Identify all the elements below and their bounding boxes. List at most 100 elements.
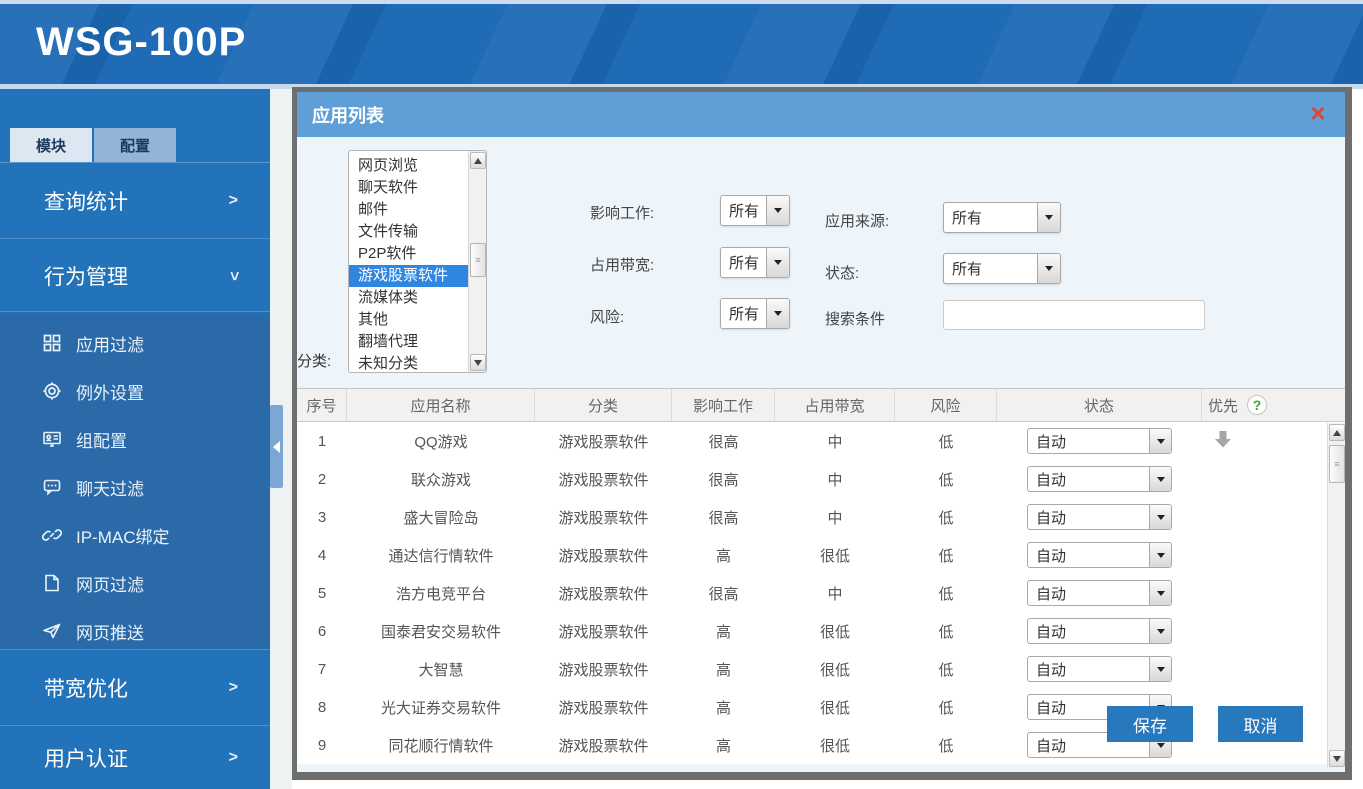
- table-scrollbar[interactable]: ≡: [1327, 423, 1345, 768]
- priority-down-icon[interactable]: [1212, 428, 1234, 454]
- risk-filter-label: 风险:: [590, 306, 624, 327]
- dropdown-arrow-icon: [1149, 581, 1171, 605]
- id-card-icon: [40, 427, 64, 451]
- bandwidth-filter-dropdown[interactable]: 所有: [720, 247, 790, 278]
- col-header-bandwidth: 占用带宽: [775, 389, 895, 421]
- list-item[interactable]: 流媒体类: [349, 287, 469, 309]
- scroll-up-icon[interactable]: [1329, 424, 1345, 441]
- list-item[interactable]: 文件传输: [349, 221, 469, 243]
- dropdown-arrow-icon: [1149, 505, 1171, 529]
- group-label: 带宽优化: [44, 673, 128, 703]
- paper-plane-icon: [40, 619, 64, 643]
- sidebar-tabs: 模块 配置: [10, 128, 178, 162]
- list-item-selected[interactable]: 游戏股票软件: [349, 265, 469, 287]
- col-header-priority: 优先 ?: [1202, 389, 1345, 421]
- status-dropdown[interactable]: 自动: [1027, 580, 1172, 606]
- list-item[interactable]: P2P软件: [349, 243, 469, 265]
- status-dropdown[interactable]: 自动: [1027, 466, 1172, 492]
- sidebar-submenu: 应用过滤 例外设置 组配置: [0, 313, 270, 650]
- impact-filter-dropdown[interactable]: 所有: [720, 195, 790, 226]
- dropdown-arrow-icon[interactable]: [766, 196, 789, 225]
- col-header-status: 状态: [997, 389, 1202, 421]
- list-item[interactable]: 其他: [349, 309, 469, 331]
- cancel-button[interactable]: 取消: [1218, 706, 1303, 742]
- sidebar-group-behavior-mgmt[interactable]: 行为管理 >: [0, 240, 270, 312]
- list-item[interactable]: 未知分类: [349, 353, 469, 373]
- listbox-scrollbar[interactable]: ≡: [468, 151, 486, 372]
- sidebar-group-bandwidth-opt[interactable]: 带宽优化 >: [0, 651, 270, 726]
- app-list-modal: 应用列表 × 网页浏览 聊天软件 邮件 文件传输 P2P软件 游戏股票软件 流媒…: [292, 87, 1352, 780]
- status-filter-dropdown[interactable]: 所有: [943, 253, 1061, 284]
- table-row: 2 联众游戏 游戏股票软件 很高 中 低 自动: [297, 460, 1345, 498]
- collapse-left-icon: [273, 441, 280, 453]
- help-icon[interactable]: ?: [1247, 395, 1267, 415]
- save-button[interactable]: 保存: [1107, 706, 1193, 742]
- page-icon: [40, 571, 64, 595]
- sidebar-group-user-auth[interactable]: 用户认证 >: [0, 727, 270, 789]
- tab-modules[interactable]: 模块: [10, 128, 92, 162]
- dropdown-arrow-icon[interactable]: [766, 299, 789, 328]
- close-icon[interactable]: ×: [1305, 100, 1331, 126]
- status-dropdown[interactable]: 自动: [1027, 504, 1172, 530]
- dropdown-arrow-icon[interactable]: [1037, 254, 1060, 283]
- col-header-category: 分类: [535, 389, 672, 421]
- chevron-right-icon: >: [229, 749, 238, 767]
- table-header: 序号 应用名称 分类 影响工作 占用带宽 风险 状态 优先 ?: [297, 388, 1345, 422]
- sidebar-item-label: 聊天过滤: [76, 475, 144, 500]
- table-row: 7 大智慧 游戏股票软件 高 很低 低 自动: [297, 650, 1345, 688]
- scroll-down-icon[interactable]: [1329, 750, 1345, 767]
- status-dropdown[interactable]: 自动: [1027, 542, 1172, 568]
- sidebar-group-query-stats[interactable]: 查询统计 >: [0, 163, 270, 239]
- table-row: 4 通达信行情软件 游戏股票软件 高 很低 低 自动: [297, 536, 1345, 574]
- category-listbox[interactable]: 网页浏览 聊天软件 邮件 文件传输 P2P软件 游戏股票软件 流媒体类 其他 翻…: [348, 150, 487, 373]
- sidebar-item-app-filter[interactable]: 应用过滤: [0, 319, 270, 367]
- bandwidth-filter-label: 占用带宽:: [590, 254, 654, 275]
- dropdown-arrow-icon[interactable]: [1037, 203, 1060, 232]
- sidebar-item-group-config[interactable]: 组配置: [0, 415, 270, 463]
- chevron-down-icon: >: [224, 271, 242, 280]
- status-dropdown[interactable]: 自动: [1027, 428, 1172, 454]
- sidebar-item-label: 例外设置: [76, 379, 144, 404]
- dropdown-arrow-icon: [1149, 467, 1171, 491]
- table-row: 1 QQ游戏 游戏股票软件 很高 中 低 自动: [297, 422, 1345, 460]
- list-item[interactable]: 邮件: [349, 199, 469, 221]
- col-header-impact: 影响工作: [672, 389, 775, 421]
- status-dropdown[interactable]: 自动: [1027, 656, 1172, 682]
- sidebar-collapse-handle[interactable]: [270, 405, 283, 488]
- sidebar-item-web-filter[interactable]: 网页过滤: [0, 559, 270, 607]
- sidebar-item-chat-filter[interactable]: 聊天过滤: [0, 463, 270, 511]
- group-label: 行为管理: [44, 261, 128, 291]
- scrollbar-thumb[interactable]: ≡: [1329, 445, 1345, 483]
- gear-icon: [40, 379, 64, 403]
- col-header-risk: 风险: [895, 389, 997, 421]
- source-filter-label: 应用来源:: [825, 210, 889, 231]
- risk-filter-dropdown[interactable]: 所有: [720, 298, 790, 329]
- tab-config[interactable]: 配置: [94, 128, 176, 162]
- table-row: 3 盛大冒险岛 游戏股票软件 很高 中 低 自动: [297, 498, 1345, 536]
- sidebar-item-exceptions[interactable]: 例外设置: [0, 367, 270, 415]
- impact-filter-label: 影响工作:: [590, 202, 654, 223]
- dropdown-arrow-icon: [1149, 429, 1171, 453]
- search-input[interactable]: [943, 300, 1205, 330]
- status-dropdown[interactable]: 自动: [1027, 618, 1172, 644]
- table-row: 5 浩方电竞平台 游戏股票软件 很高 中 低 自动: [297, 574, 1345, 612]
- app-window: WSG-100P 模块 配置 查询统计 > 行为管理 > 应用过滤: [0, 0, 1363, 789]
- sidebar-item-web-push[interactable]: 网页推送: [0, 607, 270, 655]
- list-item[interactable]: 翻墙代理: [349, 331, 469, 353]
- dropdown-arrow-icon: [1149, 619, 1171, 643]
- link-icon: [40, 523, 64, 547]
- chevron-right-icon: >: [229, 679, 238, 697]
- list-item[interactable]: 聊天软件: [349, 177, 469, 199]
- scrollbar-thumb[interactable]: ≡: [470, 243, 486, 277]
- sidebar-item-ip-mac-binding[interactable]: IP-MAC绑定: [0, 511, 270, 559]
- list-item[interactable]: 网页浏览: [349, 155, 469, 177]
- scroll-up-icon[interactable]: [470, 152, 486, 169]
- chevron-right-icon: >: [229, 192, 238, 210]
- status-filter-label: 状态:: [825, 262, 859, 283]
- scroll-down-icon[interactable]: [470, 354, 486, 371]
- dropdown-arrow-icon[interactable]: [766, 248, 789, 277]
- modal-title: 应用列表: [312, 102, 384, 128]
- sidebar-item-label: IP-MAC绑定: [76, 523, 170, 548]
- source-filter-dropdown[interactable]: 所有: [943, 202, 1061, 233]
- search-label: 搜索条件: [825, 308, 885, 329]
